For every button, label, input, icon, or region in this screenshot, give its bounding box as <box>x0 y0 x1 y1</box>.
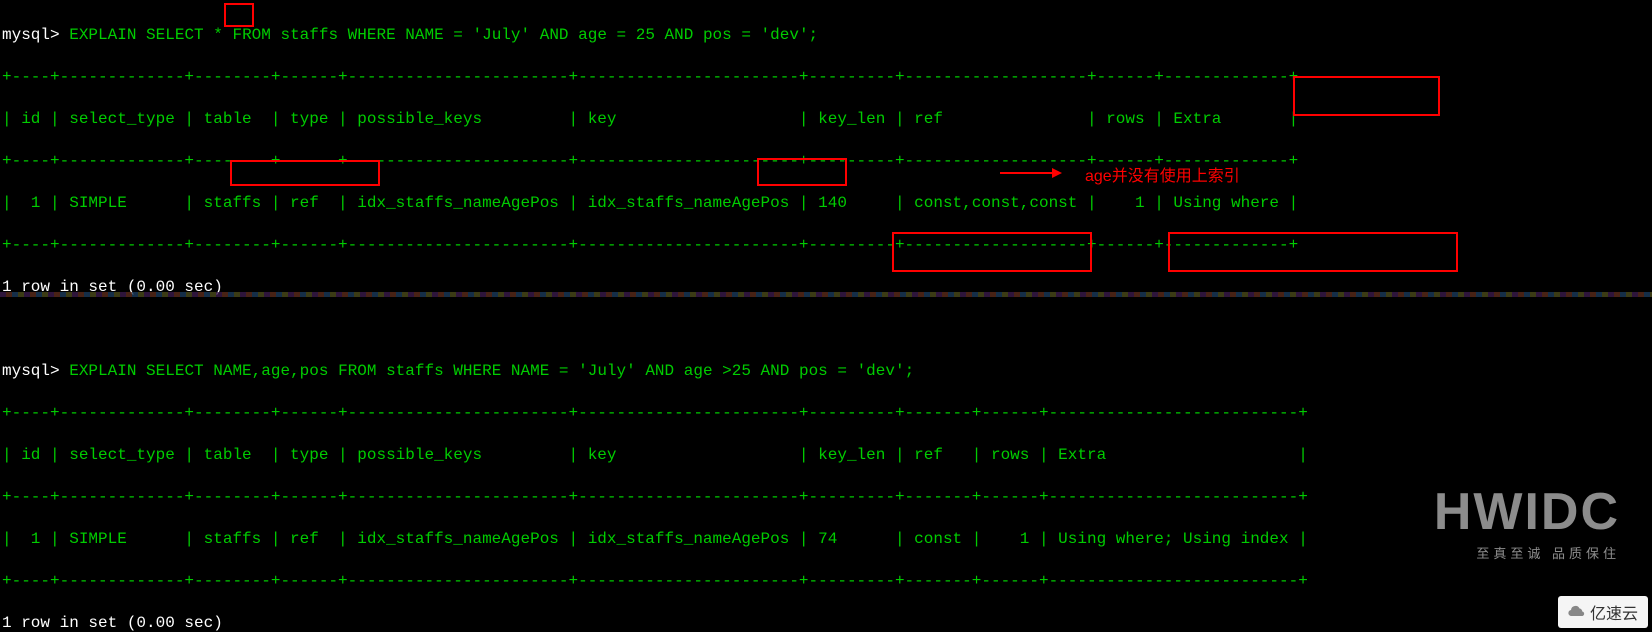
blank-line <box>2 319 1650 340</box>
watermark-badge: 亿速云 <box>1558 596 1648 628</box>
q1-sep-mid: +----+-------------+--------+------+----… <box>2 151 1650 172</box>
noise-bar <box>0 292 1652 297</box>
q1-star: * <box>213 26 223 44</box>
q2-row: | 1 | SIMPLE | staffs | ref | idx_staffs… <box>2 529 1650 550</box>
terminal: mysql> EXPLAIN SELECT * FROM staffs WHER… <box>0 0 1652 632</box>
arrow-icon <box>1000 172 1060 174</box>
q2-age: age >25 <box>684 362 751 380</box>
q1-line: mysql> EXPLAIN SELECT * FROM staffs WHER… <box>2 25 1650 46</box>
q2-footer: 1 row in set (0.00 sec) <box>2 613 1650 632</box>
q1-sep-top: +----+-------------+--------+------+----… <box>2 67 1650 88</box>
q2-sep-mid: +----+-------------+--------+------+----… <box>2 487 1650 508</box>
q2-line: mysql> EXPLAIN SELECT NAME,age,pos FROM … <box>2 361 1650 382</box>
annotation-text: age并没有使用上索引 <box>1085 162 1240 186</box>
prompt: mysql> <box>2 26 60 44</box>
cloud-icon <box>1568 603 1586 622</box>
q2-sep-bot: +----+-------------+--------+------+----… <box>2 571 1650 592</box>
q2-header: | id | select_type | table | type | poss… <box>2 445 1650 466</box>
q1-sep-bot: +----+-------------+--------+------+----… <box>2 235 1650 256</box>
watermark-logo: HWIDC <box>1434 482 1620 542</box>
q2-sep-top: +----+-------------+--------+------+----… <box>2 403 1650 424</box>
q1-row: | 1 | SIMPLE | staffs | ref | idx_staffs… <box>2 193 1650 214</box>
prompt: mysql> <box>2 362 60 380</box>
q2-cols: NAME,age,pos <box>213 362 328 380</box>
watermark-subtitle: 至真至诚 品质保住 <box>1476 543 1620 562</box>
q1-header: | id | select_type | table | type | poss… <box>2 109 1650 130</box>
